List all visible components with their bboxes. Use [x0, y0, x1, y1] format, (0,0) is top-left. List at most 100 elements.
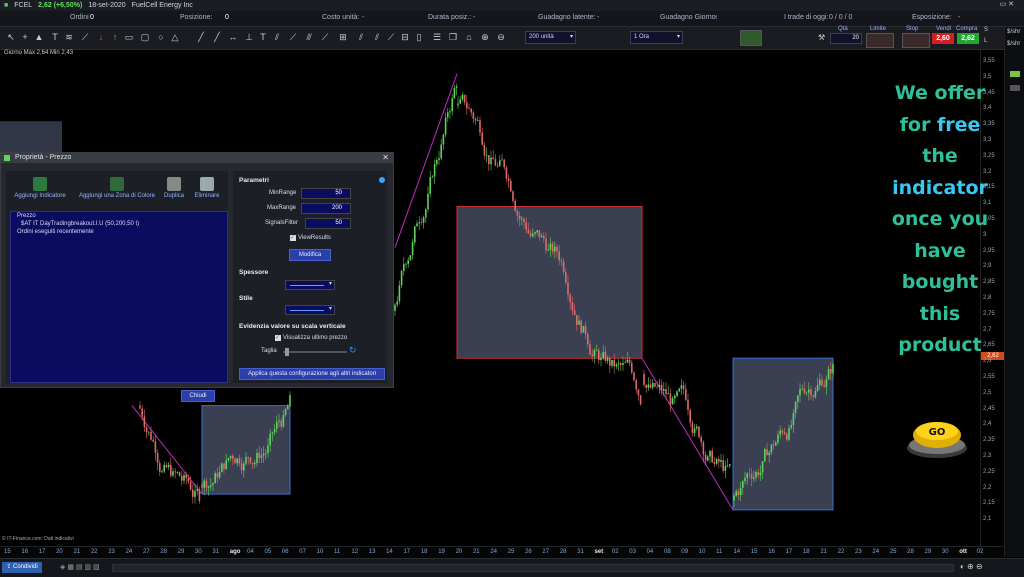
timeframe-select[interactable]: 1 Ora ▾	[630, 31, 683, 44]
stop-order-button[interactable]	[902, 33, 930, 48]
tree-item-selected[interactable]: $AT IT DayTradingbreakout.I.U (50,200,50…	[11, 220, 227, 228]
rounded-rect-icon[interactable]: ▢	[140, 32, 150, 42]
projection-icon[interactable]: ⟋	[386, 32, 396, 42]
promo-line-9: product	[898, 334, 982, 356]
duplicate-button[interactable]: Duplica	[162, 177, 186, 199]
apply-config-button[interactable]: Applica questa configurazione agli altri…	[239, 368, 385, 380]
time-tick: 23	[855, 549, 862, 555]
magnet-icon[interactable]: ⌂	[464, 32, 474, 42]
cycles-icon[interactable]: ⊞	[338, 32, 348, 42]
gann-icon[interactable]: ⟋	[320, 32, 330, 42]
indicator-tree[interactable]: Prezzo $AT IT DayTradingbreakout.I.U (50…	[10, 211, 228, 383]
triangle-icon[interactable]: △	[170, 32, 180, 42]
qta-label: Qtà	[838, 26, 848, 32]
ellipse-icon[interactable]: ○	[156, 32, 166, 42]
object-list-icon[interactable]: ☰	[432, 32, 442, 42]
spessore-select[interactable]: ▾	[285, 280, 335, 290]
delete-button[interactable]: Eliminare	[192, 177, 222, 199]
candle-body	[176, 472, 179, 474]
crosshair-icon[interactable]: +	[20, 32, 30, 42]
candle-body	[205, 480, 208, 488]
price-tick: 2,15	[983, 500, 995, 507]
units-select[interactable]: 200 unità ▾	[525, 31, 576, 44]
fibonacci-icon[interactable]: ≋	[64, 32, 74, 42]
candle-body	[587, 334, 589, 345]
regression-icon[interactable]: ⫽	[356, 32, 366, 42]
candle-body	[240, 463, 243, 471]
arrow-down-icon[interactable]: ↓	[96, 32, 106, 42]
fan-icon[interactable]: ⟋	[288, 32, 298, 42]
modifica-button[interactable]: Modifica	[289, 249, 331, 261]
measure-icon[interactable]: ⊟	[400, 32, 410, 42]
trend-text-icon[interactable]: T	[258, 32, 268, 42]
bell-icon[interactable]: ▲	[34, 32, 44, 42]
candle-body	[576, 315, 578, 325]
chart-type-icon[interactable]	[740, 30, 762, 46]
zoom-out-icon[interactable]: ⊖	[496, 32, 506, 42]
add-indicator-button[interactable]: Aggiungi Indicatore	[12, 177, 68, 199]
zoom-controls-icon[interactable]: ◐ ⊕ ⊖	[960, 562, 983, 571]
visualizza-label: Visualizza ultimo prezzo	[283, 335, 348, 341]
go-button[interactable]: GO	[905, 418, 969, 460]
sell-button[interactable]: 2,60	[932, 33, 954, 44]
signalsfilter-input[interactable]: 50	[305, 218, 351, 229]
add-zone-button[interactable]: Aggiungi una Zona di Colore	[76, 177, 158, 199]
rectangle-icon[interactable]: ▭	[124, 32, 134, 42]
candle-body	[221, 463, 223, 473]
quote-label: 2,62 (+6,50%)	[38, 2, 83, 9]
share-button[interactable]: ⇪ Condividi	[2, 562, 42, 573]
time-tick: 24	[872, 549, 880, 555]
candle-body	[238, 458, 241, 464]
close-icon[interactable]: ✕	[382, 153, 389, 163]
candle-body	[709, 450, 711, 457]
maxrange-input[interactable]: 200	[301, 203, 351, 214]
bottom-tools-icon[interactable]: ◈ ▦ ▤ ▥ ▧	[60, 563, 100, 571]
channel-icon[interactable]: ⫽	[272, 32, 282, 42]
window-controls-icon[interactable]: ▭ ✕	[1000, 0, 1014, 8]
reset-icon[interactable]: ↻	[349, 345, 357, 356]
ray-icon[interactable]: ╱	[212, 32, 222, 42]
arrow-up-icon[interactable]: ↑	[110, 32, 120, 42]
horizontal-line-icon[interactable]: ↔	[228, 32, 238, 42]
text-icon[interactable]: T	[50, 32, 60, 42]
candle-body	[781, 430, 784, 433]
pitchfork-icon[interactable]: ⫻	[304, 32, 314, 42]
candle-body	[715, 458, 718, 464]
candle-body	[565, 272, 567, 283]
cursor-icon[interactable]: ↖	[6, 32, 16, 42]
tree-item[interactable]: Prezzo	[11, 212, 227, 220]
line-icon[interactable]: ╱	[196, 32, 206, 42]
visualizza-checkbox[interactable]: ✓	[275, 335, 281, 341]
vertical-line-icon[interactable]: ⊥	[244, 32, 254, 42]
panel-icon[interactable]	[1010, 71, 1020, 77]
trash-icon[interactable]: ▯	[414, 32, 424, 42]
wrench-icon[interactable]: ⚒	[818, 33, 825, 42]
candle-body	[598, 350, 600, 361]
dialog-title-bar[interactable]: Proprietà - Prezzo ✕	[1, 153, 393, 163]
panel-icon-2[interactable]	[1010, 85, 1020, 91]
info-icon[interactable]	[379, 177, 385, 183]
chiudi-button[interactable]: Chiudi	[181, 390, 215, 402]
minrange-input[interactable]: 50	[301, 188, 351, 199]
horizontal-scrollbar[interactable]	[112, 564, 954, 572]
zigzag-icon[interactable]: ⟋	[80, 32, 90, 42]
viewresults-checkbox[interactable]: ✓	[290, 235, 296, 241]
zoom-in-icon[interactable]: ⊕	[480, 32, 490, 42]
stile-select[interactable]: ▾	[285, 305, 335, 315]
retracement-icon[interactable]: ⫽	[372, 32, 382, 42]
symbol-label[interactable]: FCEL	[14, 2, 32, 9]
buy-button[interactable]: 2,62	[957, 33, 979, 44]
candle-body	[696, 426, 698, 429]
layers-icon[interactable]: ❐	[448, 32, 458, 42]
time-tick: 17	[403, 549, 411, 555]
qta-input[interactable]: 20	[830, 33, 862, 44]
share-l-label[interactable]: L	[984, 38, 987, 44]
time-tick: 27	[542, 549, 550, 555]
candle-body	[775, 442, 777, 446]
taglia-slider[interactable]	[283, 348, 347, 356]
candle-body	[501, 159, 503, 161]
tree-item[interactable]: Ordini eseguiti recentemente	[11, 228, 227, 236]
chevron-down-icon: ▾	[676, 34, 680, 40]
share-s-label[interactable]: S	[984, 27, 988, 33]
limite-order-button[interactable]	[866, 33, 894, 48]
